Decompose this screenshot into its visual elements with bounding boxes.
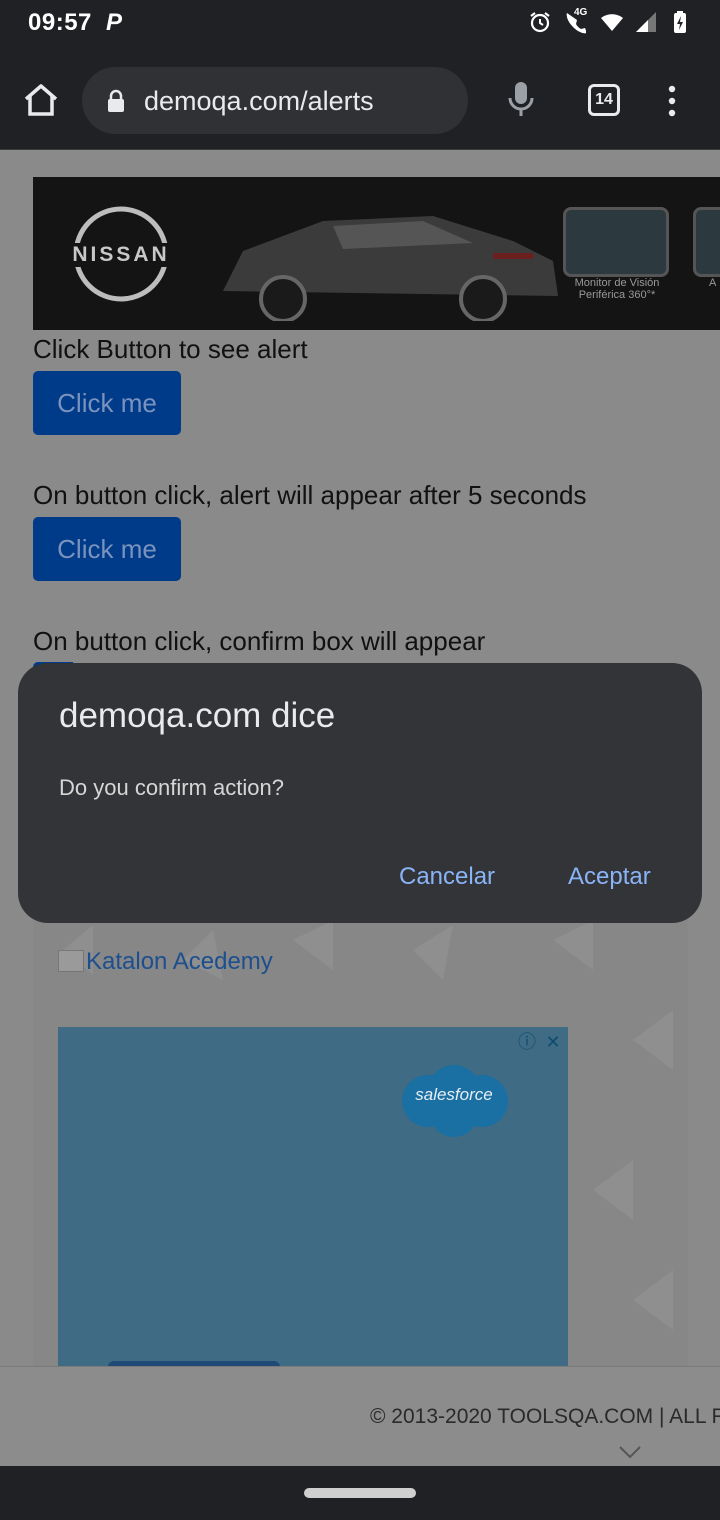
system-nav-bar: [0, 1466, 720, 1520]
alert-label: Click Button to see alert: [33, 334, 308, 364]
signal-icon: [636, 12, 656, 32]
car-image: [223, 216, 558, 321]
ad-caption: Monitor de Visión Periférica 360°*: [574, 277, 660, 301]
mic-icon[interactable]: [506, 80, 536, 118]
network-label: 4G: [574, 7, 588, 18]
nissan-logo: NISSAN: [61, 205, 181, 303]
notification-p-icon: P: [106, 9, 123, 36]
timer-alert-label: On button click, alert will appear after…: [33, 480, 587, 510]
status-icons: 4G: [528, 7, 692, 34]
katalon-link-text: Katalon Acedemy: [86, 948, 273, 975]
home-icon[interactable]: [22, 81, 60, 119]
confirm-dialog: demoqa.com dice Do you confirm action? C…: [18, 663, 702, 923]
dialog-title: demoqa.com dice: [59, 696, 336, 735]
ad-screen-image-2: [693, 207, 720, 277]
salesforce-text: salesforce: [415, 1085, 493, 1104]
broken-image-icon: [58, 950, 84, 972]
status-time: 09:57: [28, 9, 92, 36]
tab-switcher-button[interactable]: 14: [588, 84, 620, 116]
salesforce-ad[interactable]: ⓘ ✕ salesforce: [58, 1027, 568, 1371]
more-options-icon[interactable]: [660, 84, 684, 118]
ad-caption-2: A: [709, 277, 717, 289]
nissan-brand-text: NISSAN: [61, 243, 181, 267]
browser-toolbar: demoqa.com/alerts 14: [0, 48, 720, 150]
dialog-message: Do you confirm action?: [59, 775, 284, 800]
alert-button[interactable]: Click me: [33, 371, 181, 435]
address-bar[interactable]: demoqa.com/alerts: [82, 67, 468, 134]
home-gesture-handle[interactable]: [304, 1488, 416, 1498]
status-bar: 09:57 P 4G: [0, 0, 720, 48]
katalon-link[interactable]: Katalon Acedemy: [58, 948, 273, 976]
salesforce-logo: salesforce: [398, 1061, 510, 1139]
wifi-icon: [601, 14, 623, 31]
page-footer: © 2013-2020 TOOLSQA.COM | ALL R: [0, 1366, 720, 1466]
ad-close-icon[interactable]: ✕: [542, 1031, 564, 1053]
accept-button[interactable]: Aceptar: [568, 863, 651, 891]
footer-copyright: © 2013-2020 TOOLSQA.COM | ALL R: [370, 1405, 720, 1428]
ad-banner[interactable]: NISSAN Monitor de Visión Periférica 360°…: [33, 177, 720, 330]
chevron-down-icon[interactable]: [618, 1445, 642, 1459]
lock-icon: [108, 89, 124, 112]
alarm-icon: [530, 12, 550, 33]
ad-screen-image: [563, 207, 669, 277]
url-text: demoqa.com/alerts: [144, 86, 374, 116]
confirm-label: On button click, confirm box will appear: [33, 626, 486, 656]
timer-alert-button[interactable]: Click me: [33, 517, 181, 581]
ad-info-icon[interactable]: ⓘ: [516, 1031, 538, 1053]
wifi-call-icon: 4G: [562, 7, 590, 34]
ad-controls: ⓘ ✕: [516, 1031, 564, 1053]
cancel-button[interactable]: Cancelar: [399, 863, 495, 891]
battery-charging-icon: [674, 11, 686, 33]
